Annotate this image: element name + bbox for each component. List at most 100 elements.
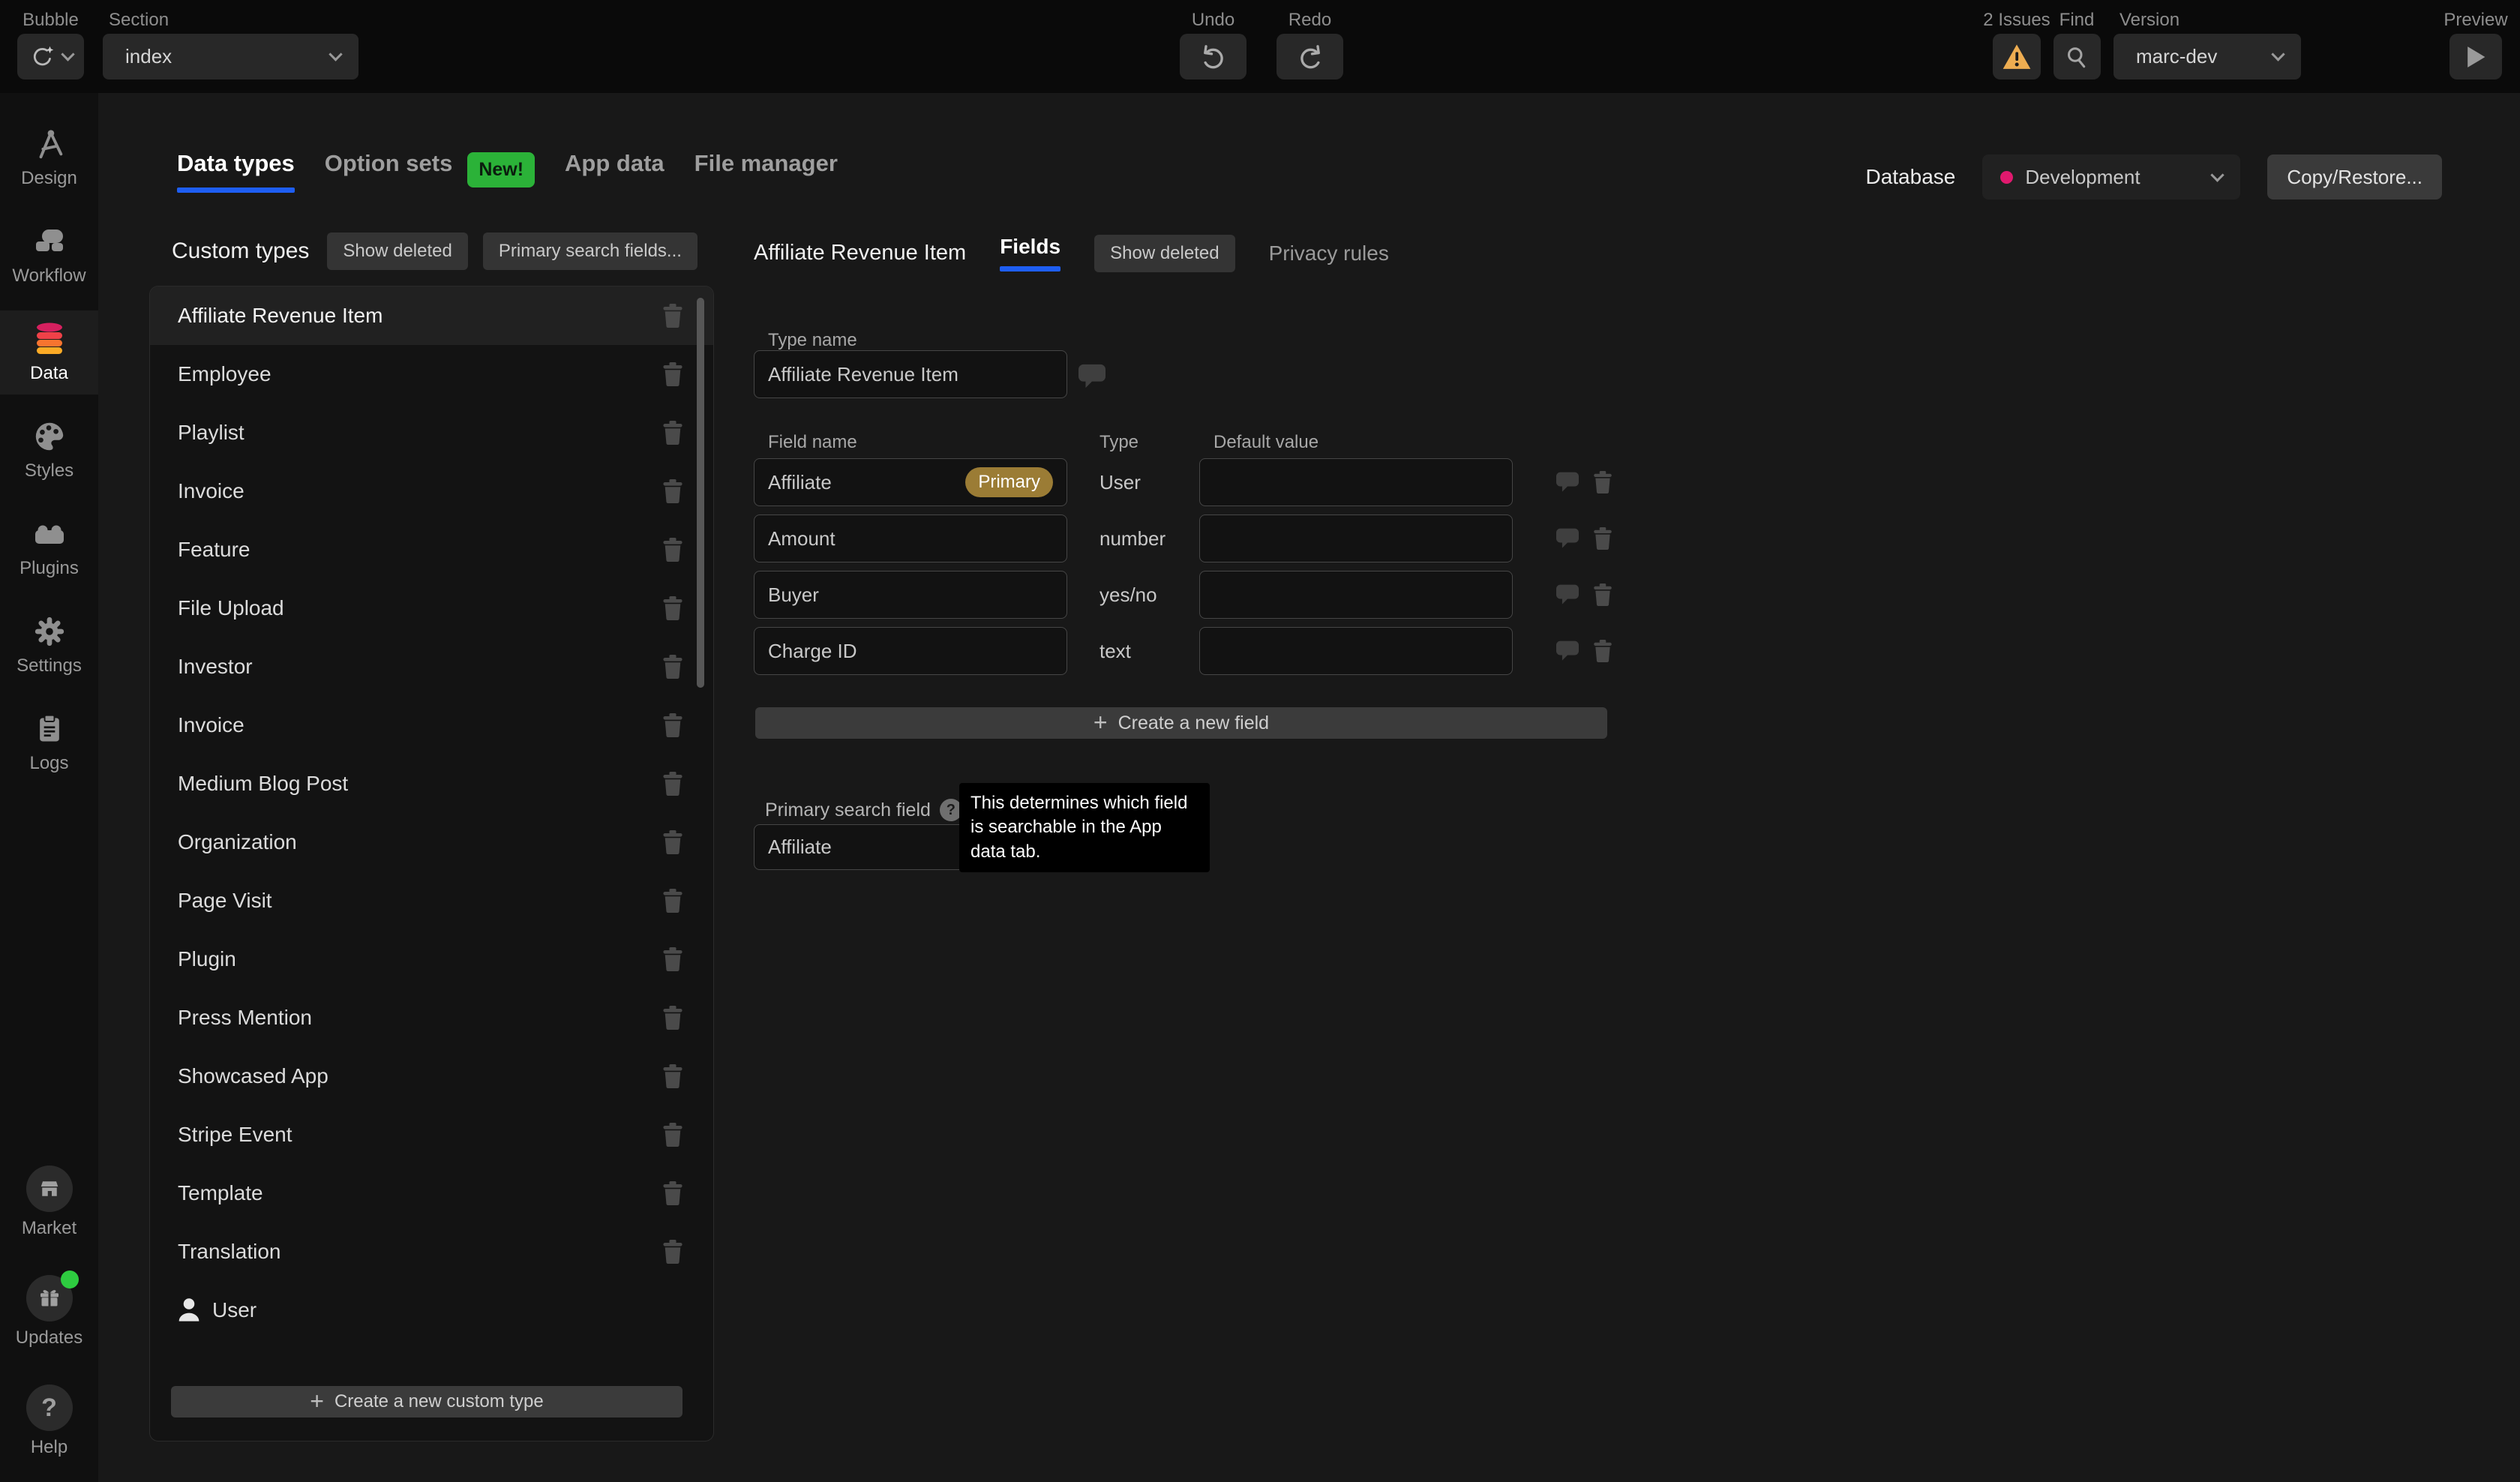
comment-icon[interactable] (1078, 363, 1106, 390)
custom-type-row[interactable]: Page Visit (150, 872, 713, 930)
custom-type-row[interactable]: Playlist (150, 404, 713, 462)
version-select[interactable]: marc-dev (2114, 34, 2301, 80)
trash-icon[interactable] (662, 421, 683, 445)
trash-icon[interactable] (662, 772, 683, 796)
field-name-input[interactable]: Charge ID Primary (754, 627, 1067, 675)
trash-icon[interactable] (662, 947, 683, 971)
field-name-input[interactable]: Affiliate Primary (754, 458, 1067, 506)
primary-search-field-label: Primary search field (765, 796, 962, 824)
custom-type-row[interactable]: Investor (150, 638, 713, 696)
create-custom-type-button[interactable]: Create a new custom type (171, 1386, 682, 1418)
sidebar-item-plugins[interactable]: Plugins (0, 506, 98, 590)
sidebar-item-market[interactable]: Market (0, 1156, 98, 1248)
trash-icon[interactable] (662, 1240, 683, 1264)
tab-fields[interactable]: Fields (1000, 235, 1060, 272)
custom-type-row[interactable]: Organization (150, 813, 713, 872)
topbar: Bubble Section index Undo (0, 0, 2520, 93)
create-field-button[interactable]: Create a new field (755, 707, 1607, 739)
sidebar-item-data[interactable]: Data (0, 310, 98, 394)
default-value-input[interactable] (1199, 458, 1513, 506)
primary-search-fields-button[interactable]: Primary search fields... (483, 232, 698, 270)
trash-icon[interactable] (662, 1006, 683, 1030)
sidebar-label: Market (22, 1218, 76, 1239)
scrollbar-thumb[interactable] (697, 298, 704, 688)
column-field-name: Field name (768, 432, 857, 453)
show-deleted-fields-button[interactable]: Show deleted (1094, 235, 1234, 272)
custom-type-row[interactable]: Medium Blog Post (150, 754, 713, 813)
custom-type-row[interactable]: Affiliate Revenue Item (150, 286, 713, 345)
show-deleted-types-button[interactable]: Show deleted (327, 232, 467, 270)
preview-button[interactable] (2450, 34, 2502, 80)
sidebar-item-workflow[interactable]: Workflow (0, 213, 98, 297)
default-value-input[interactable] (1199, 627, 1513, 675)
undo-button[interactable] (1180, 34, 1246, 80)
trash-icon[interactable] (662, 304, 683, 328)
trash-icon[interactable] (1593, 471, 1612, 494)
bubble-label: Bubble (22, 9, 79, 32)
data-tabs: Data types Option sets New! App data Fil… (177, 147, 838, 193)
custom-type-row[interactable]: Press Mention (150, 988, 713, 1047)
version-label: Version (2114, 9, 2180, 32)
section-select[interactable]: index (103, 34, 358, 80)
custom-type-row[interactable]: Plugin (150, 930, 713, 988)
comment-icon[interactable] (1556, 471, 1580, 494)
tab-option-sets[interactable]: Option sets (325, 147, 453, 180)
sidebar-item-styles[interactable]: Styles (0, 408, 98, 492)
tab-file-manager[interactable]: File manager (694, 147, 838, 180)
custom-type-row[interactable]: User (150, 1281, 713, 1340)
sidebar-item-logs[interactable]: Logs (0, 700, 98, 784)
trash-icon[interactable] (662, 596, 683, 620)
sidebar-item-help[interactable]: ? Help (0, 1376, 98, 1467)
sidebar-item-design[interactable]: Design (0, 116, 98, 200)
find-button[interactable] (2054, 34, 2101, 80)
custom-type-row[interactable]: Invoice (150, 462, 713, 520)
redo-button[interactable] (1276, 34, 1343, 80)
sidebar-label: Styles (25, 460, 74, 482)
trash-icon[interactable] (662, 1064, 683, 1088)
trash-icon[interactable] (662, 830, 683, 854)
sidebar-label: Data (30, 363, 68, 384)
trash-icon[interactable] (662, 655, 683, 679)
trash-icon[interactable] (662, 1181, 683, 1205)
custom-type-row[interactable]: Stripe Event (150, 1106, 713, 1164)
default-value-input[interactable] (1199, 514, 1513, 562)
custom-type-row[interactable]: Template (150, 1164, 713, 1222)
tab-data-types[interactable]: Data types (177, 147, 295, 193)
custom-type-row[interactable]: Feature (150, 520, 713, 579)
sidebar-item-settings[interactable]: Settings (0, 603, 98, 687)
type-name-input[interactable]: Affiliate Revenue Item (754, 350, 1067, 398)
tab-app-data[interactable]: App data (565, 147, 664, 180)
sidebar-item-updates[interactable]: Updates (0, 1266, 98, 1358)
comment-icon[interactable] (1556, 584, 1580, 606)
trash-icon[interactable] (1593, 584, 1612, 606)
custom-type-label: Feature (178, 538, 250, 562)
comment-icon[interactable] (1556, 640, 1580, 662)
trash-icon[interactable] (662, 713, 683, 737)
trash-icon[interactable] (662, 538, 683, 562)
custom-type-row[interactable]: Employee (150, 345, 713, 404)
undo-icon (1198, 42, 1228, 72)
trash-icon[interactable] (662, 362, 683, 386)
field-name-input[interactable]: Buyer Primary (754, 571, 1067, 619)
bubble-logo-button[interactable] (17, 34, 84, 80)
trash-icon[interactable] (1593, 640, 1612, 662)
field-name-input[interactable]: Amount Primary (754, 514, 1067, 562)
comment-icon[interactable] (1556, 527, 1580, 550)
environment-select[interactable]: Development (1982, 154, 2240, 200)
custom-type-row[interactable]: Invoice (150, 696, 713, 754)
tab-privacy-rules[interactable]: Privacy rules (1269, 242, 1389, 266)
custom-type-row[interactable]: Translation (150, 1222, 713, 1281)
trash-icon[interactable] (662, 1123, 683, 1147)
trash-icon[interactable] (662, 889, 683, 913)
custom-type-row[interactable]: File Upload (150, 579, 713, 638)
trash-icon[interactable] (1593, 527, 1612, 550)
copy-restore-button[interactable]: Copy/Restore... (2267, 154, 2442, 200)
custom-type-label: Template (178, 1181, 263, 1205)
database-icon (32, 321, 68, 357)
custom-type-row[interactable]: Showcased App (150, 1047, 713, 1106)
trash-icon[interactable] (662, 479, 683, 503)
active-tab-underline (177, 188, 295, 193)
custom-type-label: File Upload (178, 596, 284, 620)
redo-label: Redo (1288, 9, 1331, 32)
default-value-input[interactable] (1199, 571, 1513, 619)
